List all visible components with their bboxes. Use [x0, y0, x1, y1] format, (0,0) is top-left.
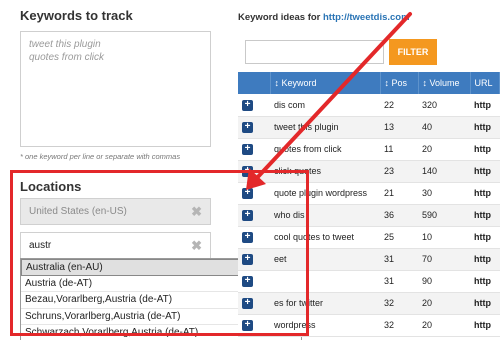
add-cell: +	[238, 116, 270, 139]
pos-cell: 22	[380, 94, 418, 117]
volume-cell: 590	[418, 204, 470, 227]
location-search-field[interactable]: ✖	[20, 232, 211, 259]
url-cell[interactable]: http	[470, 270, 500, 293]
keyword-cell: eet	[270, 248, 380, 271]
add-cell: +	[238, 160, 270, 183]
table-row: + wordpress 32 20 http	[238, 314, 500, 337]
column-header-volume[interactable]: ↕ Volume	[418, 72, 471, 94]
keyword-cell: es for twitter	[270, 292, 380, 315]
plus-icon[interactable]: +	[242, 144, 253, 155]
pos-cell: 21	[380, 182, 418, 205]
keyword-cell	[270, 270, 380, 293]
table-row: + tweet this plugin 13 40 http	[238, 116, 500, 139]
plus-icon[interactable]: +	[242, 232, 253, 243]
volume-cell: 10	[418, 226, 470, 249]
location-search-input[interactable]	[29, 240, 149, 251]
ideas-site-link[interactable]: http://tweetdis.com	[323, 12, 410, 23]
volume-cell: 140	[418, 160, 470, 183]
column-header-pos[interactable]: ↕ Pos	[380, 72, 419, 94]
plus-icon[interactable]: +	[242, 166, 253, 177]
add-cell: +	[238, 138, 270, 161]
keywords-hint: * one keyword per line or separate with …	[20, 152, 181, 161]
pos-cell: 31	[380, 248, 418, 271]
volume-cell: 20	[418, 292, 470, 315]
table-row: + click quotes 23 140 http	[238, 160, 500, 183]
plus-icon[interactable]: +	[242, 188, 253, 199]
pos-cell: 32	[380, 314, 418, 337]
url-cell[interactable]: http	[470, 116, 500, 139]
plus-icon[interactable]: +	[242, 320, 253, 331]
volume-cell: 20	[418, 138, 470, 161]
keyword-cell: wordpress	[270, 314, 380, 337]
selected-location-value: United States (en-US)	[29, 206, 127, 217]
volume-cell: 70	[418, 248, 470, 271]
url-cell[interactable]: http	[470, 292, 500, 315]
volume-cell: 40	[418, 116, 470, 139]
volume-cell: 20	[418, 314, 470, 337]
keyword-cell: quotes from click	[270, 138, 380, 161]
plus-icon[interactable]: +	[242, 254, 253, 265]
url-cell[interactable]: http	[470, 94, 500, 117]
keyword-cell: who dis	[270, 204, 380, 227]
ideas-title: Keyword ideas for http://tweetdis.com	[238, 12, 410, 23]
add-column-header	[238, 72, 271, 94]
pos-cell: 32	[380, 292, 418, 315]
url-cell[interactable]: http	[470, 138, 500, 161]
plus-icon[interactable]: +	[242, 99, 253, 111]
url-cell[interactable]: http	[470, 160, 500, 183]
url-cell[interactable]: http	[470, 248, 500, 271]
volume-cell: 90	[418, 270, 470, 293]
add-cell: +	[238, 248, 270, 271]
volume-cell: 30	[418, 182, 470, 205]
url-cell[interactable]: http	[470, 226, 500, 249]
keyword-cell: dis com	[270, 94, 380, 117]
close-icon[interactable]: ✖	[191, 199, 202, 224]
ideas-title-prefix: Keyword ideas for	[238, 12, 321, 23]
table-row: + cool quotes to tweet 25 10 http	[238, 226, 500, 249]
plus-icon[interactable]: +	[242, 298, 253, 309]
filter-input[interactable]	[245, 40, 384, 64]
locations-title: Locations	[20, 179, 82, 194]
keywords-title: Keywords to track	[20, 8, 133, 23]
plus-icon[interactable]: +	[242, 122, 253, 133]
pos-cell: 23	[380, 160, 418, 183]
table-row: + eet 31 70 http	[238, 248, 500, 271]
add-cell: +	[238, 270, 270, 293]
add-cell: +	[238, 314, 270, 337]
add-cell: +	[238, 94, 270, 117]
pos-cell: 25	[380, 226, 418, 249]
keywords-textarea[interactable]: tweet this plugin quotes from click	[20, 31, 211, 147]
volume-cell: 320	[418, 94, 470, 117]
table-row: + es for twitter 32 20 http	[238, 292, 500, 315]
table-row: +31 90 http	[238, 270, 500, 293]
keyword-ideas-table: ↕ Keyword ↕ Pos ↕ Volume URL + dis com 22 3…	[238, 72, 500, 337]
url-cell[interactable]: http	[470, 204, 500, 227]
keyword-cell: quote plugin wordpress	[270, 182, 380, 205]
table-row: + quote plugin wordpress 21 30 http	[238, 182, 500, 205]
add-cell: +	[238, 226, 270, 249]
close-icon[interactable]: ✖	[191, 233, 202, 258]
keyword-cell: click quotes	[270, 160, 380, 183]
pos-cell: 11	[380, 138, 418, 161]
pos-cell: 31	[380, 270, 418, 293]
add-cell: +	[238, 292, 270, 315]
keyword-cell: cool quotes to tweet	[270, 226, 380, 249]
filter-button[interactable]: FILTER	[389, 39, 437, 65]
keyword-cell: tweet this plugin	[270, 116, 380, 139]
column-header-keyword[interactable]: ↕ Keyword	[270, 72, 381, 94]
plus-icon[interactable]: +	[242, 276, 253, 287]
table-row: + who dis 36 590 http	[238, 204, 500, 227]
add-cell: +	[238, 182, 270, 205]
url-cell[interactable]: http	[470, 314, 500, 337]
column-header-url: URL	[470, 72, 500, 94]
table-row: + quotes from click 11 20 http	[238, 138, 500, 161]
table-row: + dis com 22 320 http	[238, 94, 500, 117]
url-cell[interactable]: http	[470, 182, 500, 205]
pos-cell: 13	[380, 116, 418, 139]
selected-location-field[interactable]: United States (en-US) ✖	[20, 198, 211, 225]
pos-cell: 36	[380, 204, 418, 227]
add-cell: +	[238, 204, 270, 227]
plus-icon[interactable]: +	[242, 210, 253, 221]
